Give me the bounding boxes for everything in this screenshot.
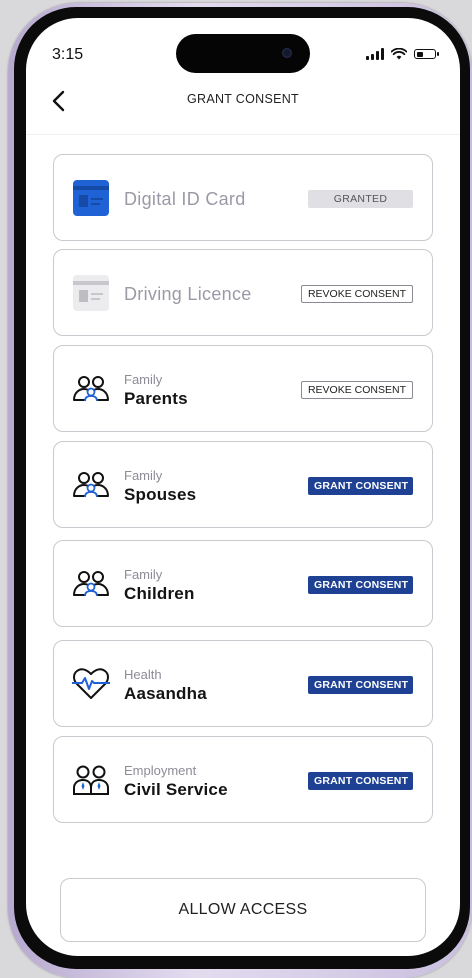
consent-category: Employment	[124, 763, 197, 778]
consent-name: Civil Service	[124, 780, 228, 799]
consent-category: Family	[124, 468, 163, 483]
consent-name: Aasandha	[124, 684, 207, 703]
consent-card-parents[interactable]: Family Parents REVOKE CONSENT	[53, 345, 433, 432]
family-people-icon	[73, 571, 109, 597]
phone-screen: 3:15 GRANT CONSENT Digital ID Card GRANT…	[26, 18, 460, 956]
header: GRANT CONSENT	[26, 78, 460, 135]
allow-access-button[interactable]: ALLOW ACCESS	[60, 878, 426, 942]
page-title: GRANT CONSENT	[186, 92, 299, 106]
consent-category: Family	[124, 567, 163, 582]
consent-name: Spouses	[124, 485, 197, 504]
status-icons	[366, 48, 439, 60]
document-card-digital-id[interactable]: Digital ID Card GRANTED	[53, 154, 433, 241]
employees-icon	[73, 765, 109, 795]
consent-category: Family	[124, 372, 163, 387]
revoke-consent-button[interactable]: REVOKE CONSENT	[300, 381, 413, 399]
dynamic-island	[176, 34, 310, 73]
grant-consent-button[interactable]: GRANT CONSENT	[308, 576, 413, 594]
consent-card-aasandha[interactable]: Health Aasandha GRANT CONSENT	[53, 640, 433, 727]
battery-icon	[414, 49, 439, 59]
grant-consent-button[interactable]: GRANT CONSENT	[308, 477, 413, 495]
camera-icon	[282, 48, 292, 58]
grant-consent-button[interactable]: GRANT CONSENT	[308, 772, 413, 790]
document-card-driving-licence[interactable]: Driving Licence REVOKE CONSENT	[53, 249, 433, 336]
consent-card-civil-service[interactable]: Employment Civil Service GRANT CONSENT	[53, 736, 433, 823]
id-card-icon	[73, 180, 109, 216]
family-people-icon	[73, 472, 109, 498]
document-name: Digital ID Card	[124, 189, 246, 209]
grant-consent-button[interactable]: GRANT CONSENT	[308, 676, 413, 694]
consent-category: Health	[124, 667, 162, 682]
consent-card-children[interactable]: Family Children GRANT CONSENT	[53, 540, 433, 627]
granted-badge: GRANTED	[308, 190, 413, 208]
signal-icon	[366, 48, 384, 60]
family-people-icon	[73, 376, 109, 402]
document-name: Driving Licence	[124, 284, 252, 304]
heart-pulse-icon	[72, 668, 110, 699]
consent-name: Parents	[124, 389, 188, 408]
wifi-icon	[391, 48, 407, 60]
consent-name: Children	[124, 584, 195, 603]
consent-card-spouses[interactable]: Family Spouses GRANT CONSENT	[53, 441, 433, 528]
license-card-icon	[73, 275, 109, 311]
status-time: 3:15	[52, 46, 84, 63]
revoke-consent-button[interactable]: REVOKE CONSENT	[300, 285, 413, 303]
